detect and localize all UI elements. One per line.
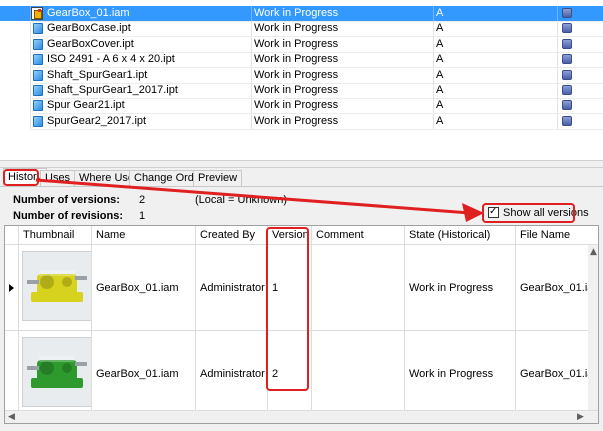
revisions-count: 1 xyxy=(139,210,146,222)
file-row[interactable]: Shaft_SpurGear1_2017.ipt Work in Progress… xyxy=(0,83,603,99)
file-row[interactable]: ISO 2491 - A 6 x 4 x 20.ipt Work in Progr… xyxy=(0,52,603,69)
file-state: Work in Progress xyxy=(252,21,434,37)
row-selector[interactable] xyxy=(5,331,18,417)
file-state: Work in Progress xyxy=(252,52,434,68)
show-all-versions-highlight xyxy=(482,203,575,223)
column-header-comment[interactable]: Comment xyxy=(311,226,404,245)
comment-cell xyxy=(311,245,404,331)
file-state: Work in Progress xyxy=(252,6,434,21)
state-cell: Work in Progress xyxy=(404,245,515,331)
file-name: GearBox_01.iam xyxy=(30,6,252,21)
file-row[interactable]: GearBoxCase.ipt Work in Progress A xyxy=(0,21,603,38)
file-name: ISO 2491 - A 6 x 4 x 20.ipt xyxy=(30,52,252,68)
file-revision: A xyxy=(434,67,558,83)
vault-status-icon xyxy=(562,69,572,80)
file-state: Work in Progress xyxy=(252,36,434,52)
current-row-indicator-icon xyxy=(5,245,18,331)
created-by-cell: Administrator xyxy=(195,245,267,331)
vault-status-icon xyxy=(562,8,572,18)
revisions-label: Number of revisions: xyxy=(13,210,124,222)
pane-splitter[interactable] xyxy=(0,160,603,168)
history-tab-highlight xyxy=(3,169,39,186)
file-name: GearBoxCover.ipt xyxy=(30,36,252,52)
file-name-cell: GearBox_01.iam xyxy=(515,331,588,417)
name-cell: GearBox_01.iam xyxy=(91,245,195,331)
gearbox-thumbnail-image xyxy=(22,251,92,321)
detail-tabs: History Uses Where Used Change Order Pre… xyxy=(0,168,603,186)
versions-label: Number of versions: xyxy=(13,194,120,206)
vault-status-icon xyxy=(562,85,572,95)
tab-uses[interactable]: Uses xyxy=(40,170,76,186)
file-name: SpurGear2_2017.ipt xyxy=(30,113,252,129)
file-name-cell: GearBox_01.iam xyxy=(515,245,588,331)
created-by-cell: Administrator xyxy=(195,331,267,417)
version-column-highlight xyxy=(266,227,309,391)
column-header-name[interactable]: Name xyxy=(91,226,195,245)
scroll-right-icon[interactable]: ▶ xyxy=(577,412,584,422)
horizontal-scrollbar[interactable]: ◀ ▶ xyxy=(5,410,598,423)
thumb-base xyxy=(31,378,83,388)
vault-status-icon xyxy=(562,23,572,34)
versions-count: 2 xyxy=(139,194,146,206)
file-revision: A xyxy=(434,98,558,114)
thumb-base xyxy=(31,292,83,302)
gearbox-thumbnail-image xyxy=(22,337,92,407)
scroll-up-icon[interactable]: ▲ xyxy=(590,247,597,257)
local-note: (Local = Unknown) xyxy=(195,194,288,206)
file-state: Work in Progress xyxy=(252,83,434,98)
file-list: GearBox_01.iam Work in Progress A GearBoxCa… xyxy=(0,0,603,160)
name-cell: GearBox_01.iam xyxy=(91,331,195,417)
vertical-scrollbar[interactable]: ▲ xyxy=(588,245,598,410)
file-revision: A xyxy=(434,113,558,129)
file-row[interactable]: Spur Gear21.ipt Work in Progress A xyxy=(0,98,603,115)
scroll-left-icon[interactable]: ◀ xyxy=(8,412,15,422)
file-row[interactable]: Shaft_SpurGear1.ipt Work in Progress A xyxy=(0,67,603,84)
file-row[interactable]: GearBox_01.iam Work in Progress A xyxy=(0,6,603,22)
file-revision: A xyxy=(434,83,558,98)
file-row[interactable]: SpurGear2_2017.ipt Work in Progress A xyxy=(0,113,603,130)
file-state: Work in Progress xyxy=(252,113,434,129)
file-name: Shaft_SpurGear1.ipt xyxy=(30,67,252,83)
file-revision: A xyxy=(434,6,558,21)
file-name: Spur Gear21.ipt xyxy=(30,98,252,114)
file-state: Work in Progress xyxy=(252,67,434,83)
vault-status-icon xyxy=(562,100,572,111)
vault-status-icon xyxy=(562,38,572,49)
state-cell: Work in Progress xyxy=(404,331,515,417)
tab-preview[interactable]: Preview xyxy=(193,170,243,186)
comment-cell xyxy=(311,331,404,417)
vault-status-icon xyxy=(562,54,572,65)
column-header-thumbnail[interactable]: Thumbnail xyxy=(18,226,91,245)
column-header-state[interactable]: State (Historical) xyxy=(404,226,515,245)
column-header-file-name[interactable]: File Name xyxy=(515,226,588,245)
file-revision: A xyxy=(434,52,558,68)
vault-status-icon xyxy=(562,115,572,126)
column-header-created-by[interactable]: Created By xyxy=(195,226,267,245)
file-state: Work in Progress xyxy=(252,98,434,114)
file-revision: A xyxy=(434,21,558,37)
file-name: Shaft_SpurGear1_2017.ipt xyxy=(30,83,252,98)
file-name: GearBoxCase.ipt xyxy=(30,21,252,37)
file-row[interactable]: GearBoxCover.ipt Work in Progress A xyxy=(0,36,603,53)
file-revision: A xyxy=(434,36,558,52)
